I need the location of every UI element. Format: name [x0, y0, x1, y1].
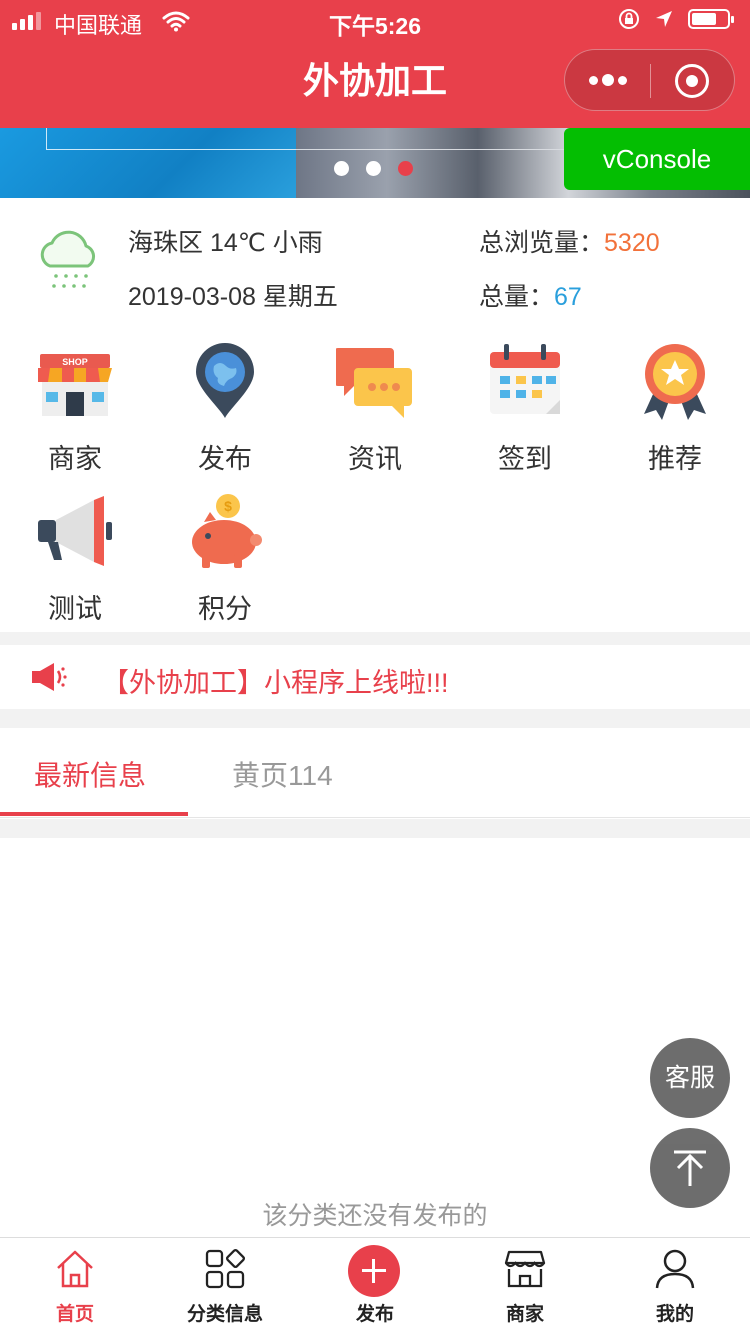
chat-bubbles-icon	[336, 348, 412, 418]
calendar-icon	[490, 344, 560, 414]
total-views-label: 总浏览量：5320	[479, 223, 660, 259]
store-icon	[504, 1250, 546, 1288]
close-mini-program-icon[interactable]	[675, 64, 709, 98]
menu-label: 积分	[198, 594, 252, 624]
menu-item-shop[interactable]: SHOP 商家	[0, 330, 150, 480]
menu-item-checkin[interactable]: 签到	[450, 330, 600, 480]
tabbar-label: 我的	[655, 1304, 694, 1325]
capsule-divider	[650, 64, 651, 98]
weather-stats-panel: 海珠区 14℃ 小雨 2019-03-08 星期五 总浏览量：5320 总量：6…	[0, 198, 750, 328]
award-badge-icon	[644, 344, 706, 420]
menu-label: 签到	[498, 444, 552, 474]
tabbar-item-category[interactable]: 分类信息	[150, 1238, 300, 1334]
category-icon	[205, 1248, 246, 1289]
menu-item-points[interactable]: $ 积分	[150, 480, 300, 630]
tab-latest-info[interactable]: 最新信息	[34, 754, 146, 794]
section-divider	[0, 819, 750, 838]
menu-grid: SHOP 商家 发布 资讯 签到 推荐 测试 $ 积分	[0, 330, 750, 632]
tabbar-item-store[interactable]: 商家	[450, 1238, 600, 1334]
status-bar: 中国联通 下午5:26	[0, 0, 750, 40]
location-arrow-icon	[656, 11, 672, 27]
user-icon	[655, 1249, 695, 1289]
weather-date: 2019-03-08 星期五	[128, 283, 338, 311]
active-tab-indicator	[0, 812, 188, 816]
section-divider	[0, 709, 750, 728]
menu-item-recommend[interactable]: 推荐	[600, 330, 750, 480]
total-value: 67	[554, 283, 582, 311]
menu-label: 测试	[48, 594, 102, 624]
weather-location-temp: 海珠区 14℃ 小雨	[128, 229, 323, 257]
carousel-dot[interactable]	[366, 161, 381, 176]
menu-item-publish[interactable]: 发布	[150, 330, 300, 480]
tabbar-item-home[interactable]: 首页	[0, 1238, 150, 1334]
carousel-dot-active[interactable]	[398, 161, 413, 176]
tabbar-label: 首页	[55, 1304, 94, 1325]
menu-label: 发布	[198, 444, 252, 474]
cloud-rain-icon	[40, 230, 95, 288]
battery-icon	[688, 9, 734, 29]
tabbar-item-mine[interactable]: 我的	[600, 1238, 750, 1334]
back-to-top-button[interactable]	[650, 1128, 730, 1208]
notice-text: 【外协加工】小程序上线啦!!!	[102, 668, 449, 698]
status-right	[618, 8, 734, 30]
piggy-bank-icon: $	[192, 494, 262, 568]
plus-icon	[348, 1245, 400, 1297]
bottom-tab-bar: 首页 分类信息 发布 商家 我的	[0, 1237, 750, 1334]
content-tabs: 最新信息 黄页114	[0, 728, 750, 818]
home-icon	[57, 1250, 93, 1288]
header: 中国联通 下午5:26 外协加工	[0, 0, 750, 128]
vconsole-button[interactable]: vConsole	[564, 128, 750, 190]
notice-bar[interactable]: 【外协加工】小程序上线啦!!!	[0, 645, 750, 709]
speaker-icon	[32, 663, 67, 691]
section-divider	[0, 632, 750, 645]
shop-icon: SHOP	[38, 354, 112, 416]
location-pin-icon	[196, 343, 254, 418]
megaphone-icon	[38, 496, 112, 566]
customer-service-button[interactable]: 客服	[650, 1038, 730, 1118]
banner-slide-left	[0, 128, 307, 198]
tabbar-label: 商家	[505, 1304, 544, 1325]
tab-yellow-pages[interactable]: 黄页114	[232, 754, 333, 794]
total-count-label: 总量：67	[479, 277, 582, 313]
views-label: 总浏览量：	[479, 229, 605, 257]
menu-label: 商家	[48, 444, 102, 474]
carousel-dot[interactable]	[334, 161, 349, 176]
menu-label: 推荐	[648, 444, 702, 474]
svg-text:SHOP: SHOP	[62, 357, 88, 367]
total-label: 总量：	[479, 283, 555, 311]
menu-label: 资讯	[348, 444, 402, 474]
menu-item-test[interactable]: 测试	[0, 480, 150, 630]
back-to-top-icon	[674, 1150, 706, 1186]
carousel-indicators	[334, 161, 413, 176]
orientation-lock-icon	[619, 9, 639, 29]
empty-state-text: 该分类还没有发布的	[262, 1202, 488, 1230]
tabbar-label: 分类信息	[186, 1304, 263, 1325]
menu-item-news[interactable]: 资讯	[300, 330, 450, 480]
svg-text:$: $	[224, 498, 232, 514]
more-menu-icon[interactable]	[589, 70, 627, 90]
app-screen: 中国联通 下午5:26 外协加工 vConsole 海珠区 14℃ 小雨 201…	[0, 0, 750, 1334]
mini-program-capsule	[564, 49, 735, 111]
tabbar-item-publish[interactable]: 发布	[300, 1238, 450, 1334]
views-value: 5320	[604, 229, 660, 257]
tabbar-label: 发布	[355, 1304, 394, 1325]
